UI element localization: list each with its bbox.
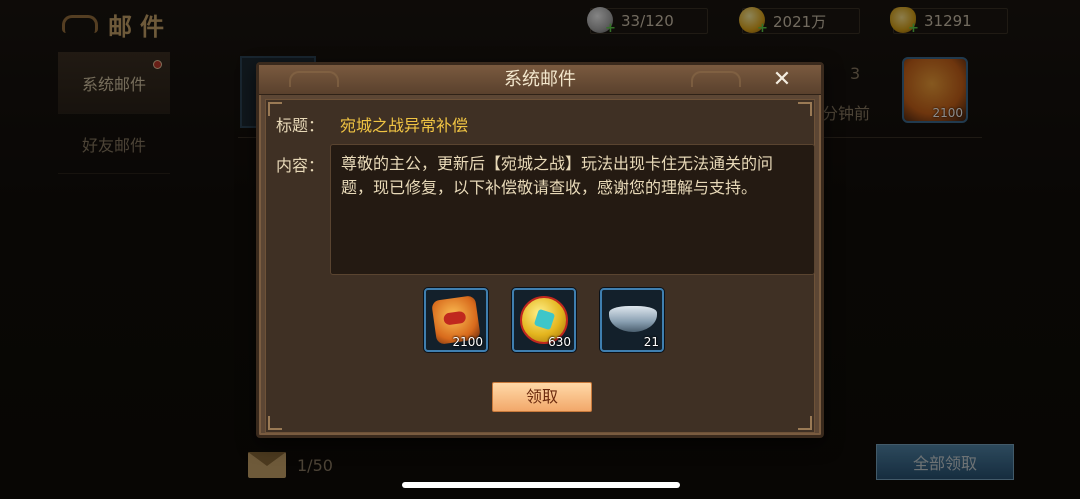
home-indicator[interactable]	[402, 482, 680, 488]
dialog-title: 系统邮件	[504, 69, 576, 90]
dialog-body: 标题： 宛城之战异常补偿 内容： 尊敬的主公，更新后【宛城之战】玩法出现卡住无法…	[265, 99, 815, 433]
claim-button[interactable]: 领取	[492, 382, 592, 412]
reward-count: 2100	[452, 335, 483, 349]
content-label: 内容：	[276, 156, 325, 175]
corner-ornament	[798, 102, 812, 116]
reward-item[interactable]: 2100	[424, 288, 488, 352]
subject-value: 宛城之战异常补偿	[340, 116, 469, 135]
corner-ornament	[268, 416, 282, 430]
reward-item[interactable]: 21	[600, 288, 664, 352]
close-icon[interactable]: ✕	[769, 67, 795, 93]
mail-detail-dialog: 系统邮件 ✕ 标题： 宛城之战异常补偿 内容： 尊敬的主公，更新后【宛城之战】玩…	[256, 62, 824, 438]
reward-item[interactable]: 630	[512, 288, 576, 352]
reward-count: 21	[643, 335, 659, 349]
silver-bowl-icon	[609, 306, 657, 332]
content-text: 尊敬的主公，更新后【宛城之战】玩法出现卡住无法通关的问题，现已修复，以下补偿敬请…	[330, 144, 815, 275]
subject-label: 标题：	[276, 116, 325, 135]
dialog-header: 系统邮件 ✕	[259, 65, 821, 95]
corner-ornament	[268, 102, 282, 116]
corner-ornament	[798, 416, 812, 430]
reward-count: 630	[548, 335, 571, 349]
